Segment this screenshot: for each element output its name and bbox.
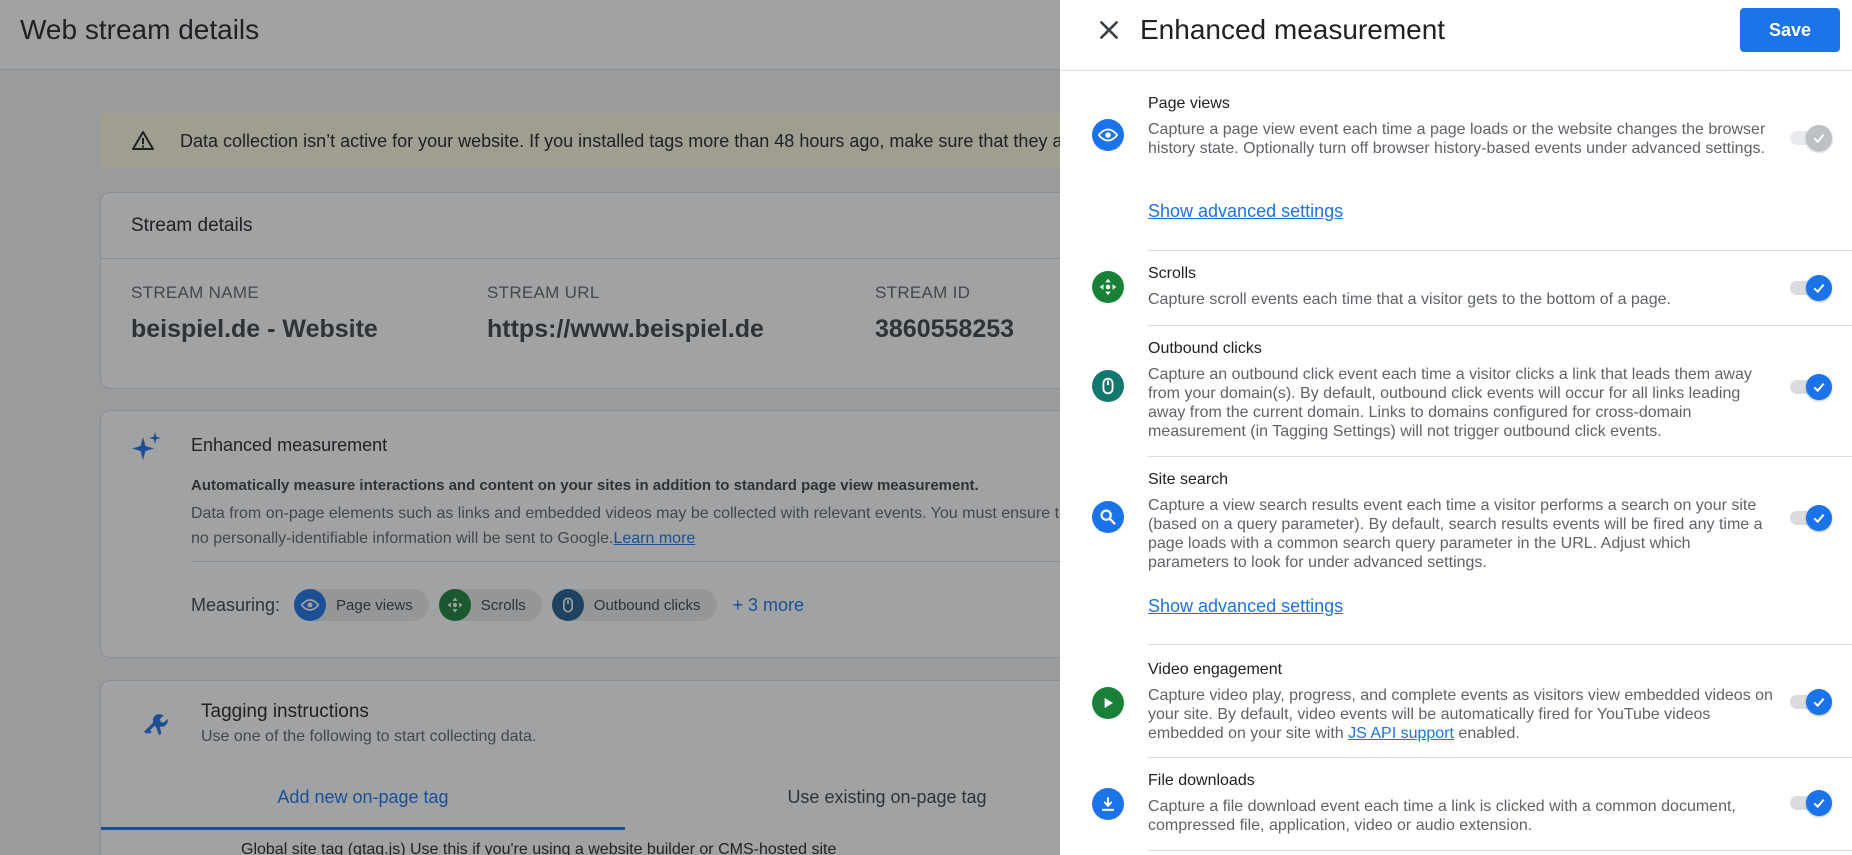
- enhanced-measurement-panel: Enhanced measurement Save Page views Cap…: [1060, 0, 1852, 855]
- play-icon: [1092, 687, 1124, 719]
- setting-description: Capture a page view event each time a pa…: [1148, 121, 1766, 157]
- search-icon: [1092, 501, 1124, 533]
- setting-description: Capture a view search results event each…: [1148, 497, 1763, 571]
- divider: [1148, 644, 1852, 645]
- setting-title: File downloads: [1148, 772, 1255, 789]
- check-icon: [1806, 374, 1832, 400]
- close-icon[interactable]: [1096, 17, 1122, 43]
- check-icon: [1806, 505, 1832, 531]
- setting-description: Capture scroll events each time that a v…: [1148, 291, 1671, 308]
- save-button[interactable]: Save: [1740, 8, 1840, 52]
- eye-icon: [1092, 119, 1124, 151]
- check-icon: [1806, 790, 1832, 816]
- mouse-icon: [1092, 370, 1124, 402]
- setting-title: Site search: [1148, 471, 1229, 488]
- file-downloads-toggle[interactable]: [1788, 790, 1832, 816]
- setting-description: Capture a file download event each time …: [1148, 798, 1736, 834]
- outbound-clicks-toggle[interactable]: [1788, 374, 1832, 400]
- setting-title: Outbound clicks: [1148, 340, 1262, 357]
- video-engagement-toggle[interactable]: [1788, 689, 1832, 715]
- setting-title: Video engagement: [1148, 661, 1283, 678]
- setting-description: Capture an outbound click event each tim…: [1148, 366, 1752, 440]
- panel-header: Enhanced measurement Save: [1060, 0, 1852, 71]
- check-icon: [1806, 689, 1832, 715]
- setting-title: Page views: [1148, 95, 1230, 112]
- scroll-icon: [1092, 271, 1124, 303]
- panel-title: Enhanced measurement: [1140, 14, 1446, 45]
- divider: [1148, 325, 1852, 326]
- js-api-support-link[interactable]: JS API support: [1348, 725, 1454, 742]
- check-icon: [1806, 275, 1832, 301]
- show-advanced-settings-link[interactable]: Show advanced settings: [1148, 201, 1343, 222]
- divider: [1148, 456, 1852, 457]
- site-search-toggle[interactable]: [1788, 505, 1832, 531]
- divider: [1148, 250, 1852, 251]
- divider: [1148, 850, 1852, 851]
- check-icon: [1806, 125, 1832, 151]
- show-advanced-settings-link[interactable]: Show advanced settings: [1148, 596, 1343, 617]
- divider: [1148, 757, 1852, 758]
- setting-title: Scrolls: [1148, 265, 1197, 282]
- page-views-toggle[interactable]: [1788, 125, 1832, 151]
- scrolls-toggle[interactable]: [1788, 275, 1832, 301]
- setting-description-text: enabled.: [1453, 725, 1520, 742]
- download-icon: [1092, 788, 1124, 820]
- setting-description: Capture video play, progress, and comple…: [1148, 686, 1773, 743]
